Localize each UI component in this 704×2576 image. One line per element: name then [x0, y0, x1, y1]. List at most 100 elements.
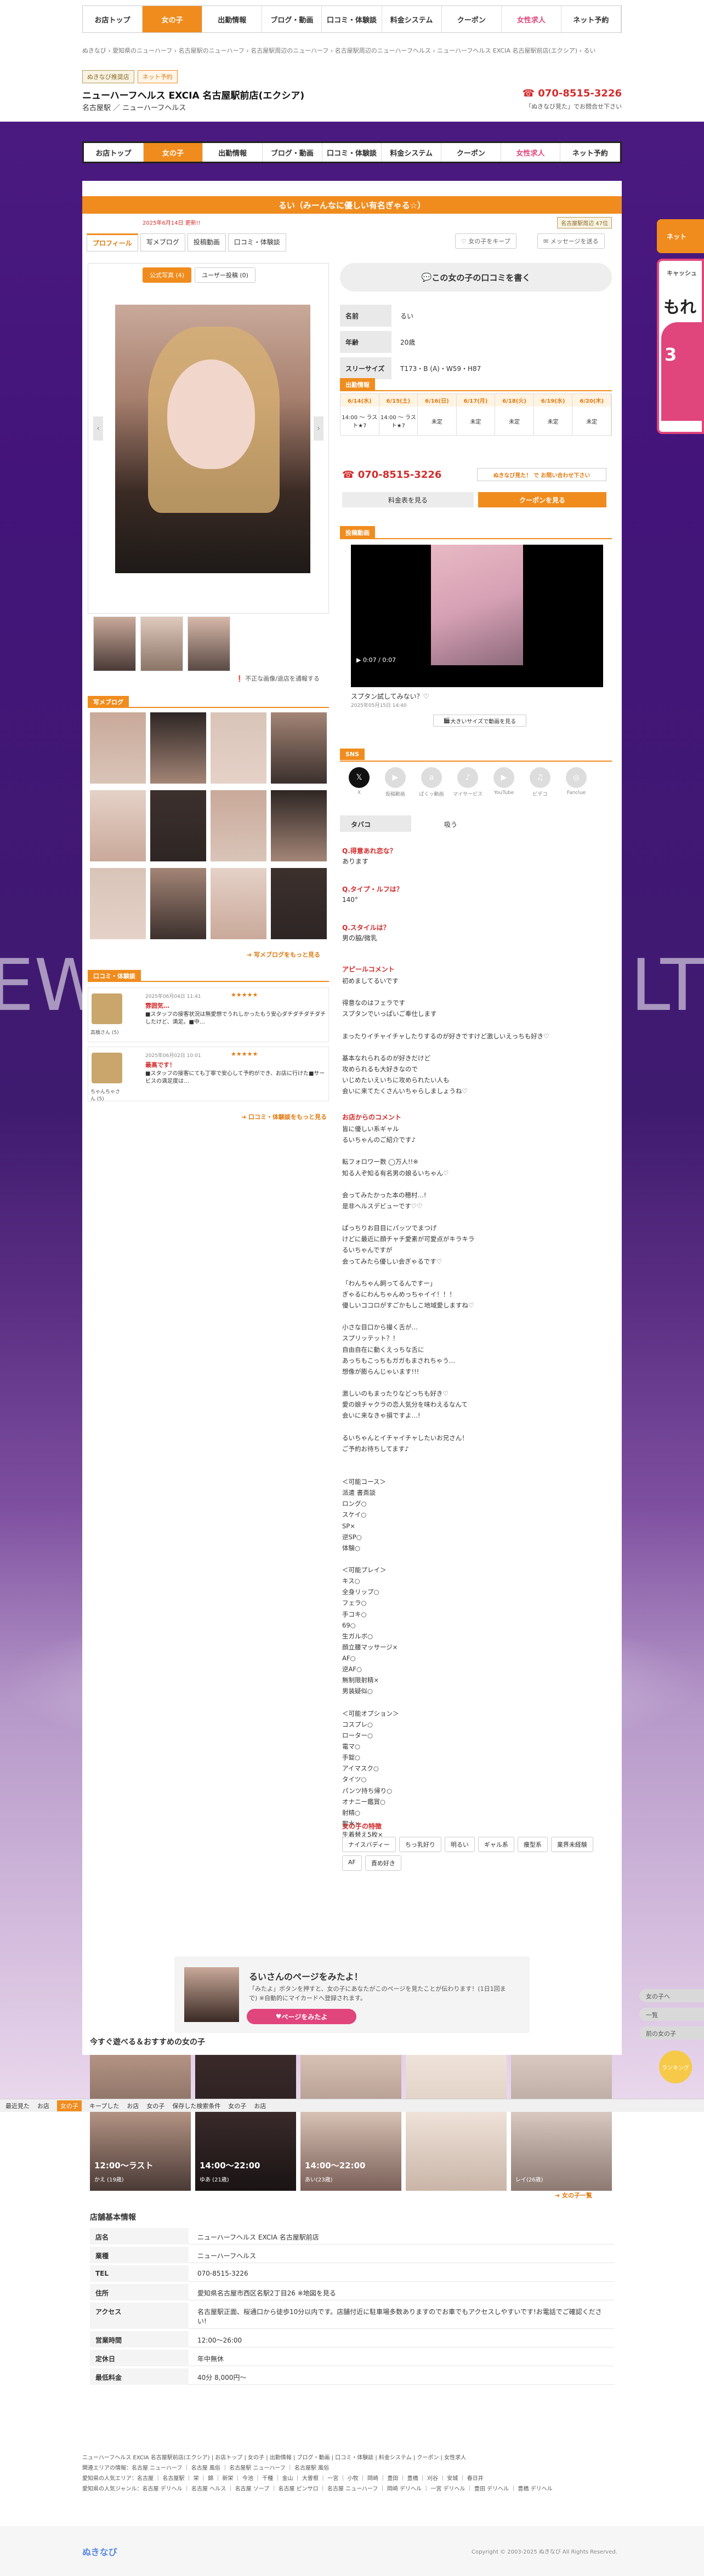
recommend-card-lower[interactable]: 14:00〜22:00 あい(23歳) [300, 2112, 401, 2191]
blog-photo[interactable] [90, 868, 146, 939]
sns-youtube[interactable]: ▶ YouTube [487, 767, 521, 796]
side-ad[interactable]: キャッシュ もれ 3 [657, 259, 704, 434]
recommend-card-lower[interactable]: 12:00〜ラスト かえ (19歳) [90, 2112, 191, 2191]
toolbar-keep-shop[interactable]: お店 [127, 2101, 139, 2110]
profile-row-size: スリーサイズ T173・B (A)・W59・H87 [340, 357, 612, 379]
user-photos-tab[interactable]: ユーザー投稿 (0) [195, 267, 256, 283]
keep-button[interactable]: ♡ 女の子をキープ [455, 233, 516, 249]
blog-photo[interactable] [271, 712, 327, 784]
tab-reviews[interactable]: 口コミ・体験談 [228, 233, 286, 252]
footer-line[interactable]: ニューハーフヘルス EXCIA 名古屋駅前店(エクシア) | お店トップ | 女… [82, 2453, 622, 2463]
blog-photo[interactable] [150, 712, 206, 784]
nav-reserve[interactable]: ネット予約 [561, 6, 621, 32]
toolbar-saved-shop[interactable]: お店 [254, 2101, 266, 2110]
ranking-float-button[interactable]: ランキング [659, 2050, 692, 2083]
nav2-price[interactable]: 料金システム [382, 143, 442, 162]
blog-photo[interactable] [150, 868, 206, 939]
video-player[interactable] [351, 545, 603, 687]
recommend-card-lower[interactable] [406, 2112, 507, 2191]
blog-photo[interactable] [150, 790, 206, 861]
recommend-card-lower[interactable]: 14:00〜22:00 ゆあ (21歳) [195, 2112, 296, 2191]
mitayo-button[interactable]: ♥ ページをみたよ [247, 2009, 356, 2024]
sns-pakku[interactable]: a ぱくッ動画 [415, 767, 448, 797]
report-link[interactable]: ❗ 不正な画像/退店を通報する [236, 674, 320, 683]
nav-girls[interactable]: 女の子 [143, 6, 203, 32]
tab-video[interactable]: 投稿動画 [187, 233, 226, 252]
blog-more-link[interactable]: ➜ 写メブログをもっと見る [247, 950, 320, 959]
float-next-girl[interactable]: 女の子へ [639, 1989, 704, 2002]
tab-blog[interactable]: 写メブログ [140, 233, 185, 252]
nav-shop-top[interactable]: お店トップ [83, 6, 143, 32]
sns-fanclue[interactable]: ◎ Fanclue [559, 767, 593, 796]
nav-blog[interactable]: ブログ・動画 [262, 6, 322, 32]
blog-photo[interactable] [90, 712, 146, 784]
main-photo[interactable] [115, 305, 310, 573]
nav2-recruit[interactable]: 女性求人 [501, 143, 561, 162]
reviews-more-link[interactable]: ➜ 口コミ・体験談をもっと見る [241, 1112, 327, 1121]
nav-reviews[interactable]: 口コミ・体験談 [322, 6, 382, 32]
nav-schedule[interactable]: 出勤情報 [202, 6, 263, 32]
girl-phone[interactable]: ☎ 070-8515-3226 [342, 469, 441, 481]
sns-myservice[interactable]: ♪ マイサービス [451, 767, 485, 797]
site-logo[interactable]: ぬきなび [82, 2545, 117, 2558]
rank-badge[interactable]: 名古屋駅周辺 47位 [557, 217, 612, 229]
footer-line[interactable]: 愛知県の人気ジャンル：名古屋 デリヘル ｜ 名古屋 ヘルス ｜ 名古屋 ソープ … [82, 2484, 622, 2494]
official-photos-tab[interactable]: 公式写真 (4) [143, 267, 192, 283]
float-list[interactable]: 一覧 [639, 2008, 704, 2021]
nav-recruit[interactable]: 女性求人 [502, 6, 561, 32]
toolbar-saved-search[interactable]: 保存した検索条件 [172, 2101, 220, 2110]
blog-photo[interactable] [271, 868, 327, 939]
nav2-shop-top[interactable]: お店トップ [84, 143, 144, 162]
smoking-row: タバコ 吸う [340, 815, 612, 832]
video-time-text: 0:07 / 0:07 [362, 656, 396, 664]
nav2-coupon[interactable]: クーポン [441, 143, 501, 162]
side-net-tab[interactable]: ネット [657, 219, 704, 253]
nav2-blog[interactable]: ブログ・動画 [263, 143, 322, 162]
photo-thumb[interactable] [188, 616, 230, 671]
video-large-button[interactable]: 🎬 大きいサイズで動画を見る [433, 715, 526, 727]
toolbar-recent-shop[interactable]: お店 [37, 2101, 49, 2110]
shop-phone[interactable]: ☎ 070-8515-3226 [482, 88, 622, 99]
nav2-reserve[interactable]: ネット予約 [560, 143, 621, 162]
blog-photo[interactable] [211, 790, 266, 861]
footer-line[interactable]: 愛知県の人気エリア：名古屋 ｜ 名古屋駅 ｜ 栄 ｜ 錦 ｜ 新栄 ｜ 今池 ｜… [82, 2474, 622, 2484]
toolbar-recent[interactable]: 最近見た [5, 2101, 30, 2110]
nav2-reviews[interactable]: 口コミ・体験談 [322, 143, 382, 162]
review-card[interactable]: ちゃんちゃさん (5) 2025年06月02日 10:01 ★★★★★ 最高です… [88, 1047, 329, 1102]
sns-videco[interactable]: ♫ ビデコ [523, 767, 557, 797]
prev-photo-arrow[interactable]: ‹ [93, 416, 103, 441]
toolbar-keep[interactable]: キープした [89, 2101, 119, 2110]
shop-name[interactable]: ニューハーフヘルス EXCIA 名古屋駅前店(エクシア) [82, 88, 304, 101]
write-review-button[interactable]: 💬 この女の子の口コミを書く [340, 263, 612, 292]
blog-photo[interactable] [211, 712, 266, 784]
photo-thumb[interactable] [93, 616, 136, 671]
schedule-day: 6/14(水) [340, 394, 379, 407]
blog-photo[interactable] [271, 790, 327, 861]
coupon-button[interactable]: クーポンを見る [478, 492, 606, 507]
blog-photo[interactable] [90, 790, 146, 861]
nav-price[interactable]: 料金システム [382, 6, 442, 32]
toolbar-saved-girl[interactable]: 女の子 [228, 2101, 246, 2110]
girls-list-link[interactable]: ➜ 女の子一覧 [555, 2191, 592, 2200]
recommend-card-lower[interactable]: レイ(26歳) [511, 2112, 612, 2191]
message-button[interactable]: ✉ メッセージを送る [537, 233, 605, 249]
nav2-girls[interactable]: 女の子 [143, 143, 203, 162]
review-card[interactable]: 高橋さん (5) 2025年06月04日 11:41 ★★★★★ 雰囲気… ■ス… [88, 987, 329, 1042]
nav-coupon[interactable]: クーポン [442, 6, 502, 32]
sns-video[interactable]: ▶ 投稿動画 [378, 767, 412, 797]
tab-profile[interactable]: プロフィール [87, 233, 138, 252]
shop-info-value: 愛知県名古屋市西区名駅2丁目26 ※地図を見る [197, 2289, 336, 2297]
float-prev-girl[interactable]: 前の女の子 [639, 2026, 704, 2040]
video-heading: 投稿動画 [340, 526, 375, 539]
next-photo-arrow[interactable]: › [314, 416, 323, 441]
nav2-schedule[interactable]: 出勤情報 [203, 143, 263, 162]
toolbar-recent-girl[interactable]: 女の子 [57, 2100, 82, 2111]
breadcrumb[interactable]: ぬきなび › 愛知県のニューハーフ › 名古屋駅のニューハーフ › 名古屋駅周辺… [82, 46, 622, 55]
sns-x[interactable]: 𝕏X [342, 767, 376, 796]
toolbar-keep-girl[interactable]: 女の子 [146, 2101, 164, 2110]
price-button[interactable]: 料金表を見る [342, 492, 474, 507]
video-time[interactable]: ▶ 0:07 / 0:07 [356, 656, 396, 664]
blog-photo[interactable] [211, 868, 266, 939]
photo-thumb[interactable] [140, 616, 183, 671]
footer-line[interactable]: 関連エリアの情報：名古屋 ニューハーフ ｜ 名古屋 風俗 ｜ 名古屋駅 ニューハ… [82, 2463, 622, 2474]
